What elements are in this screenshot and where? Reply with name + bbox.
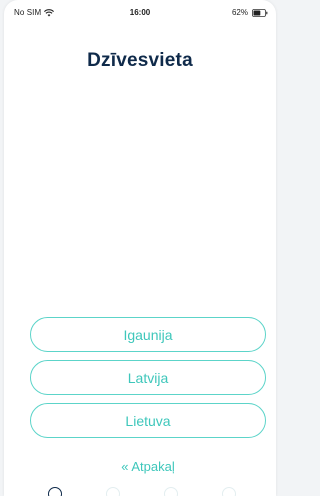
option-lithuania-button[interactable]: Lietuva — [30, 403, 266, 438]
page-dot — [106, 487, 120, 496]
status-bar: No SIM 16:00 62% — [4, 0, 276, 20]
option-latvia-button[interactable]: Latvija — [30, 360, 266, 395]
option-label: Igaunija — [123, 326, 173, 343]
page-dot — [164, 487, 178, 496]
page-title: Dzīvesvieta — [87, 50, 193, 71]
battery-indicator: 62% — [232, 8, 268, 17]
option-label: Latvija — [127, 369, 169, 386]
page-indicator — [48, 487, 236, 496]
back-button[interactable]: « Atpakaļ — [30, 459, 266, 474]
residence-options: Igaunija Latvija Lietuva — [30, 317, 266, 438]
page-dot — [48, 487, 62, 496]
option-estonia-button[interactable]: Igaunija — [30, 317, 266, 352]
option-label: Lietuva — [125, 412, 171, 429]
page-dot — [222, 487, 236, 496]
app-screen: No SIM 16:00 62% Dzīvesvieta Igaunija La… — [4, 0, 276, 496]
battery-icon — [252, 8, 268, 17]
battery-percent: 62% — [231, 8, 248, 17]
